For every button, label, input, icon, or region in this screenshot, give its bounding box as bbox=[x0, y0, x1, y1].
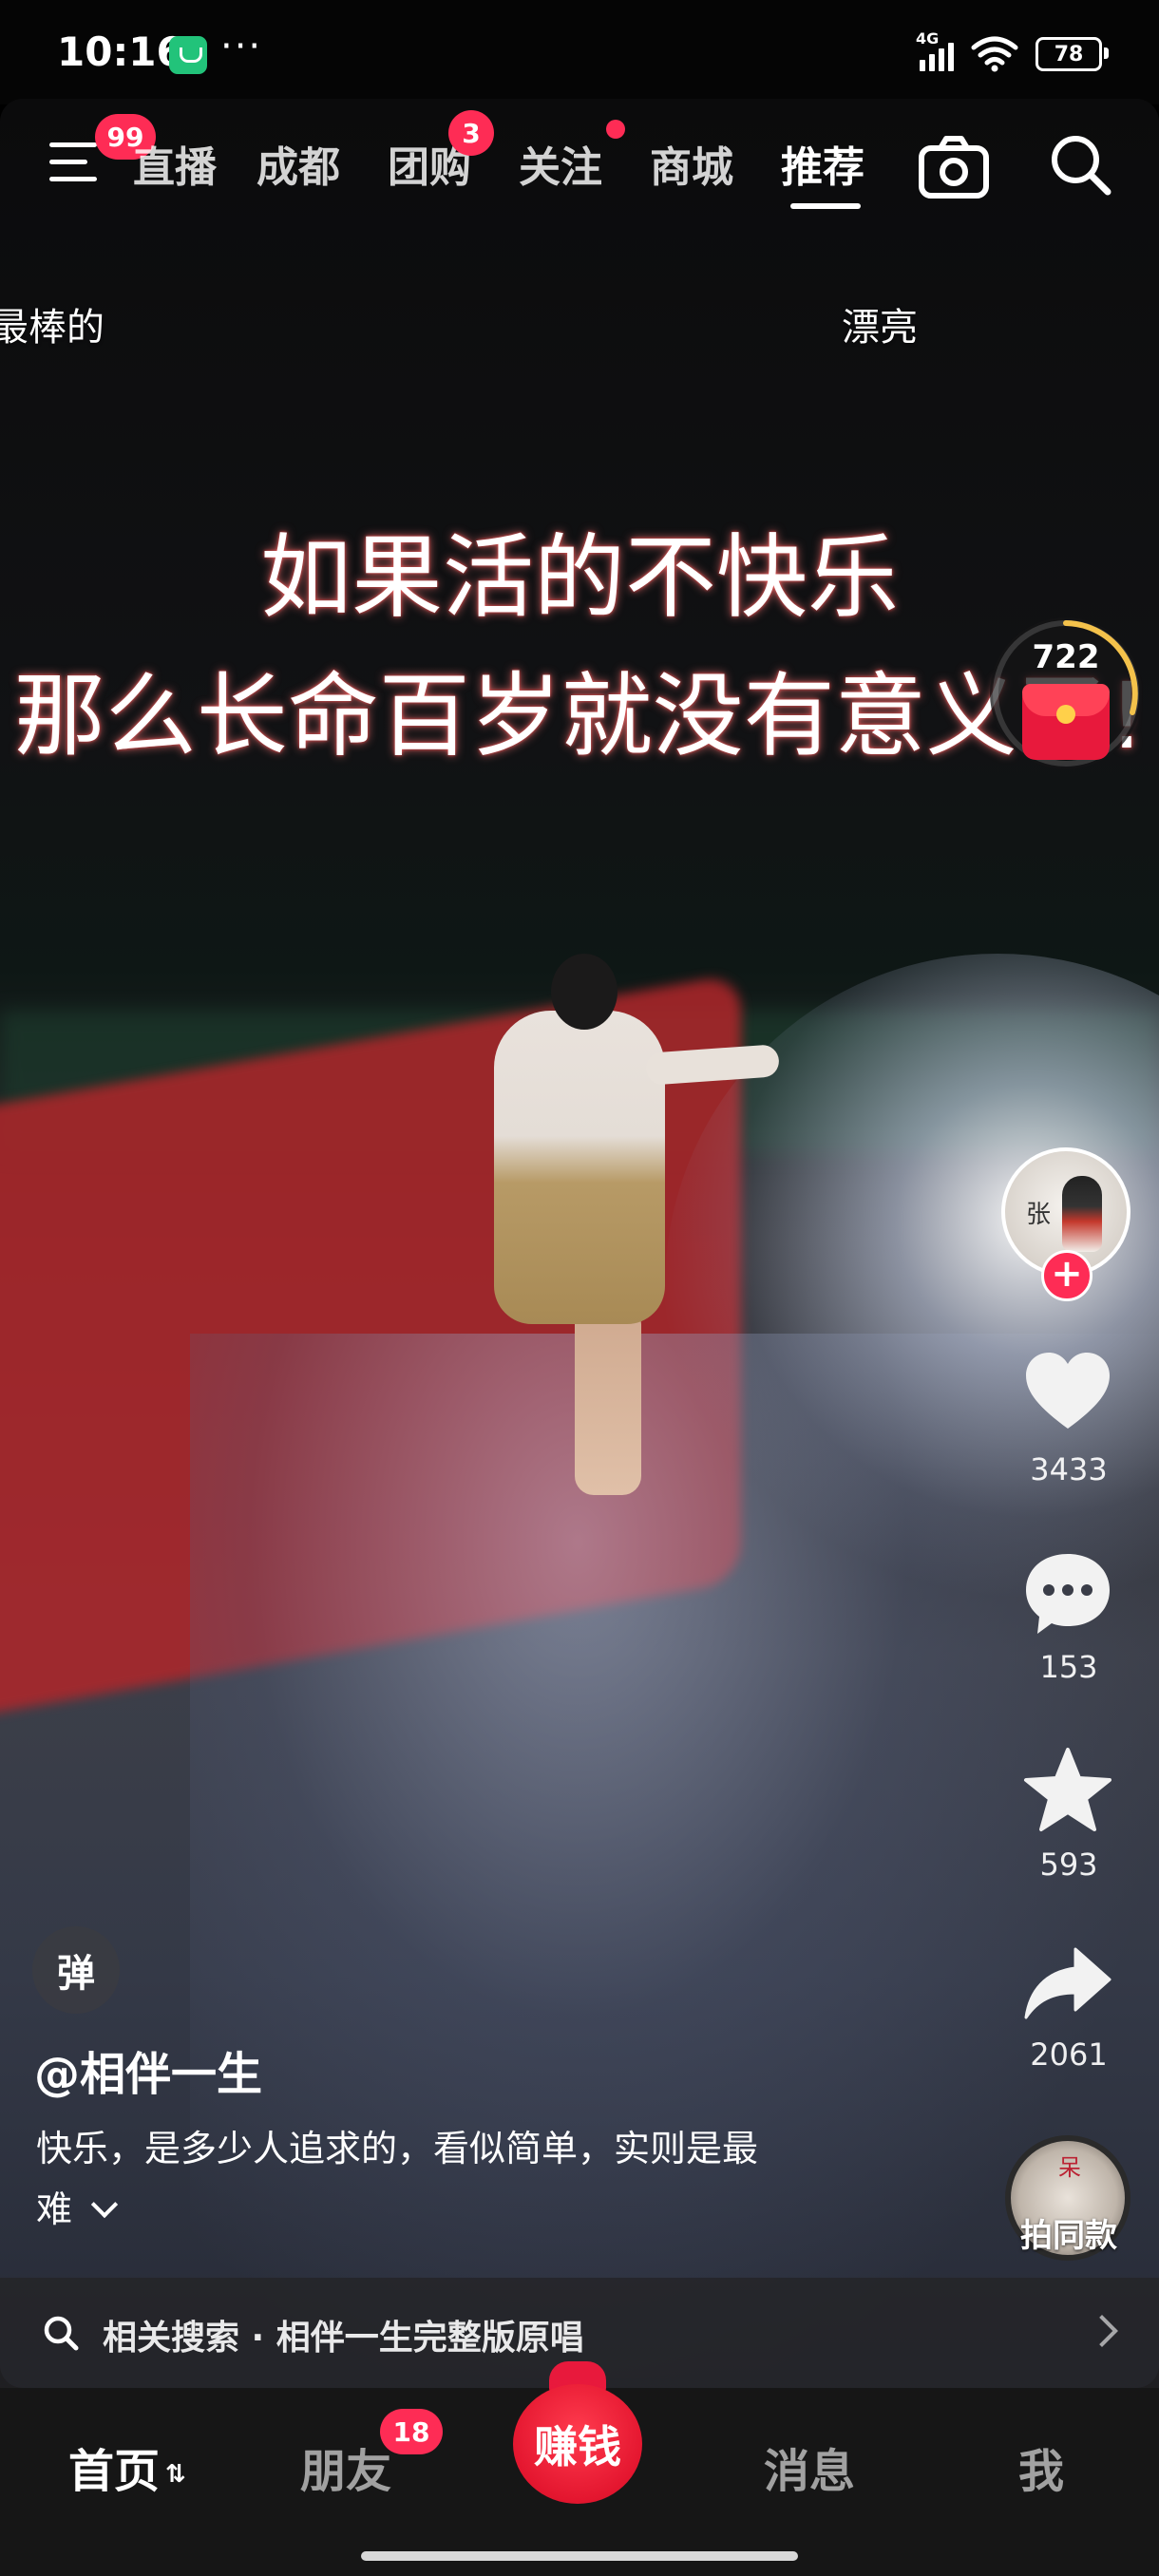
video-figure bbox=[494, 1011, 665, 1324]
status-time: 10:16 bbox=[57, 28, 184, 75]
tab-live[interactable]: 直播 bbox=[133, 133, 217, 194]
share-arrow-icon[interactable] bbox=[1020, 1938, 1115, 2033]
tab-home[interactable]: 首页 ⇅ bbox=[68, 2434, 186, 2500]
tab-following[interactable]: 关注 bbox=[519, 133, 602, 194]
avatar-char: 张 bbox=[1026, 1201, 1052, 1229]
like-count: 3433 bbox=[1030, 1451, 1108, 1487]
search-icon[interactable] bbox=[1047, 131, 1113, 198]
author-name[interactable]: @相伴一生 bbox=[34, 2036, 262, 2103]
comment-count: 153 bbox=[1039, 1649, 1098, 1685]
red-packet-icon bbox=[1022, 684, 1110, 760]
danmaku-toggle-button[interactable]: 弹 bbox=[32, 1926, 120, 2014]
search-icon bbox=[44, 2316, 79, 2351]
video-figure-head bbox=[551, 954, 618, 1030]
swap-icon: ⇅ bbox=[165, 2460, 186, 2489]
favorite-star-icon[interactable] bbox=[1020, 1744, 1115, 1839]
battery-level: 78 bbox=[1054, 42, 1084, 66]
notification-app-icon bbox=[169, 36, 207, 74]
tab-chengdu[interactable]: 成都 bbox=[256, 133, 340, 194]
video-description[interactable]: 快乐，是多少人追求的，看似简单，实则是最 难 bbox=[36, 2118, 910, 2240]
group-buy-badge: 3 bbox=[448, 110, 494, 156]
favorite-count: 593 bbox=[1039, 1847, 1098, 1883]
network-type: 4G bbox=[916, 29, 940, 47]
tab-friends[interactable]: 朋友 bbox=[300, 2434, 391, 2500]
earn-label: 赚钱 bbox=[513, 2384, 642, 2504]
status-right-group: 4G 78 bbox=[916, 29, 1109, 72]
status-bar: 10:16 ··· 4G 78 bbox=[0, 0, 1159, 104]
status-more-icon: ··· bbox=[220, 25, 263, 68]
signal-icon: 4G bbox=[916, 29, 954, 71]
tab-home-label: 首页 bbox=[68, 2445, 161, 2498]
expand-chevron-icon[interactable] bbox=[90, 2190, 119, 2219]
chevron-right-icon bbox=[1086, 2315, 1118, 2347]
avatar-figure bbox=[1062, 1176, 1102, 1252]
same-style-label[interactable]: 拍同款 bbox=[988, 2209, 1150, 2256]
video-caption-line2: 那么长命百岁就没有意义了! bbox=[13, 663, 1146, 769]
red-packet-count: 722 bbox=[1032, 638, 1100, 676]
tab-recommend[interactable]: 推荐 bbox=[781, 133, 864, 194]
comment-icon[interactable] bbox=[1020, 1546, 1115, 1641]
music-disc-char: 呆 bbox=[1058, 2154, 1081, 2181]
tab-me[interactable]: 我 bbox=[1018, 2434, 1064, 2500]
battery-icon: 78 bbox=[1036, 37, 1109, 71]
menu-icon[interactable] bbox=[49, 142, 101, 184]
danmaku-item: 漂亮 bbox=[842, 306, 918, 350]
like-icon[interactable] bbox=[1020, 1345, 1115, 1440]
share-count: 2061 bbox=[1030, 2036, 1108, 2073]
red-packet-widget[interactable]: 722 bbox=[990, 617, 1142, 769]
video-figure-legs bbox=[575, 1305, 641, 1495]
video-caption-line1: 如果活的不快乐 bbox=[260, 524, 899, 631]
home-indicator bbox=[361, 2551, 798, 2561]
description-line2: 难 bbox=[36, 2188, 73, 2230]
following-dot bbox=[606, 120, 625, 139]
bottom-tab-bar: 首页 ⇅ 朋友 18 赚钱 消息 我 bbox=[0, 2361, 1159, 2576]
friends-badge: 18 bbox=[380, 2409, 443, 2454]
tab-mall[interactable]: 商城 bbox=[650, 133, 733, 194]
earn-button[interactable]: 赚钱 bbox=[513, 2361, 642, 2504]
danmaku-item: 最棒的 bbox=[0, 306, 104, 350]
camera-icon[interactable] bbox=[918, 133, 990, 199]
wifi-icon bbox=[971, 36, 1018, 72]
top-nav: 99 直播 成都 团购 3 关注 商城 推荐 bbox=[0, 110, 1159, 209]
related-search-text: 相关搜索 · 相伴一生完整版原唱 bbox=[103, 2319, 584, 2358]
description-line1: 快乐，是多少人追求的，看似简单，实则是最 bbox=[36, 2128, 759, 2169]
tab-messages[interactable]: 消息 bbox=[764, 2434, 855, 2500]
follow-button[interactable]: + bbox=[1041, 1250, 1092, 1301]
active-tab-underline bbox=[790, 203, 861, 209]
